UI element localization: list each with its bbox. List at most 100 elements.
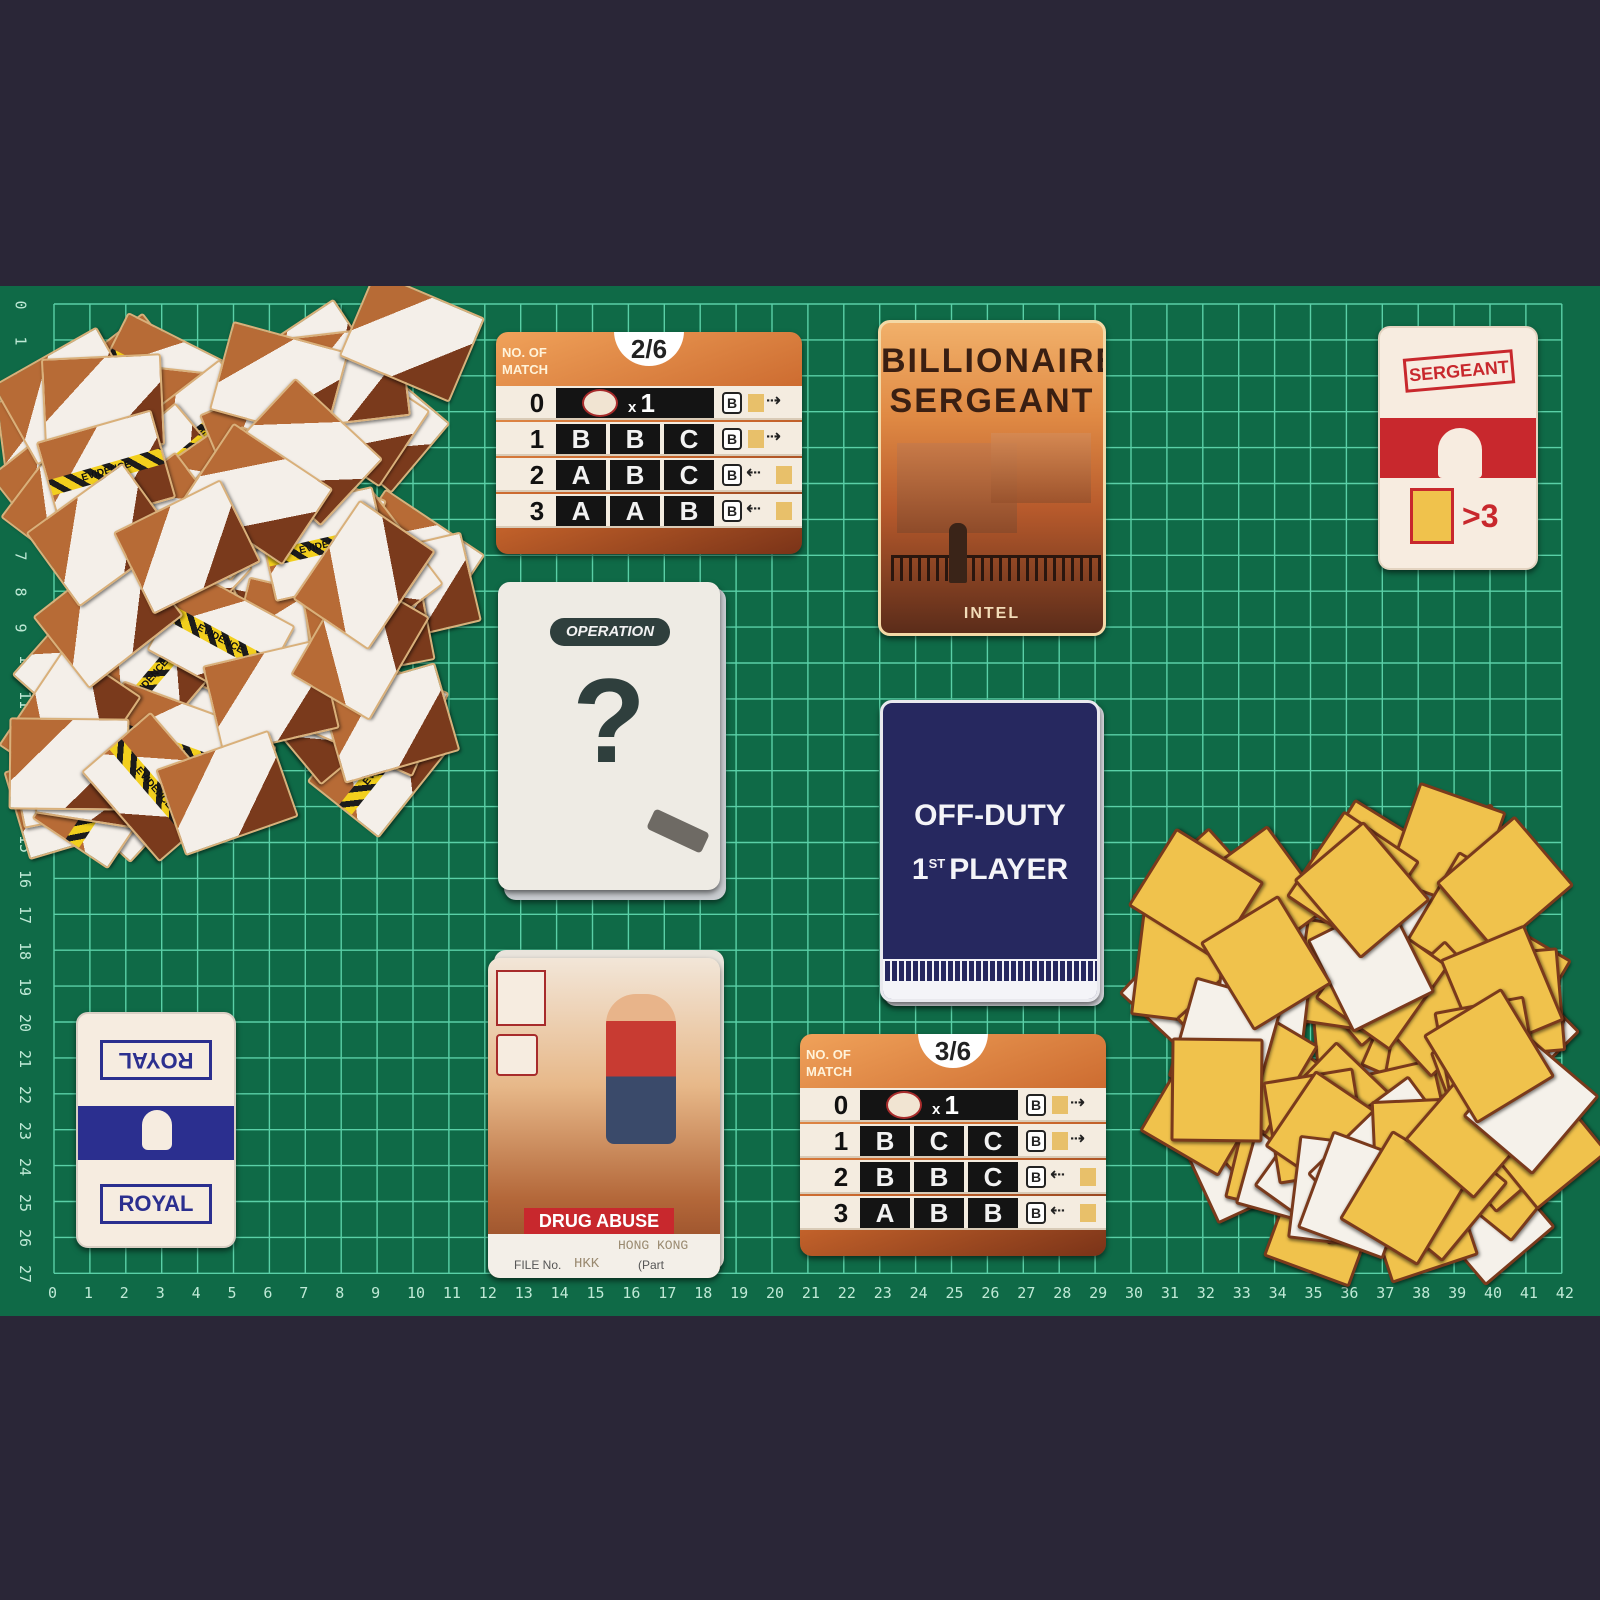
ruler-x-label: 32 — [1196, 1284, 1215, 1302]
offduty-card[interactable]: OFF-DUTY 1ST PLAYER — [880, 700, 1100, 1002]
case-card[interactable]: DRUG ABUSE HONG KONG FILE No. HKK (Part — [488, 958, 720, 1278]
royal-top-label: ROYAL — [100, 1040, 212, 1080]
ruler-x-label: 0 — [48, 1284, 58, 1302]
match-badge: 2/6 — [614, 332, 684, 366]
ruler-x-label: 30 — [1125, 1284, 1144, 1302]
ruler-x-label: 15 — [586, 1284, 605, 1302]
match-card-3-of-6[interactable]: 3/6 NO. OF MATCH 0x 1 B ⇢ 1 B C C B ⇢ 2 B B C B ⇠ 3 A B B B… — [800, 1034, 1106, 1256]
match-row: 0 x 1 B ⇢ — [496, 386, 802, 420]
ruler-x-label: 31 — [1160, 1284, 1179, 1302]
match-cell: A — [610, 496, 660, 526]
folder-token — [1170, 1037, 1264, 1143]
offduty-line2-rest: PLAYER — [949, 853, 1069, 886]
arrow-left-icon: ⇠ — [1050, 1200, 1066, 1221]
railing — [891, 555, 1101, 581]
drug-icon-box — [496, 970, 546, 1026]
match-row: 3 A B B B ⇠ — [800, 1196, 1106, 1230]
ruler-x-label: 2 — [119, 1284, 129, 1302]
ruler-x-label: 34 — [1268, 1284, 1287, 1302]
match-cell: B — [610, 460, 660, 490]
token-square-icon — [1052, 1132, 1068, 1150]
folder-token-pile[interactable] — [1118, 766, 1600, 1288]
match-multiplier-x: x — [932, 1101, 945, 1118]
ruler-y-label: 18 — [16, 942, 35, 961]
ruler-y-label: 27 — [16, 1265, 35, 1284]
folder-icon — [1410, 488, 1454, 544]
intel-card[interactable]: BILLIONAIRE SERGEANT INTEL — [878, 320, 1106, 636]
arrow-left-icon: ⇠ — [1050, 1164, 1066, 1185]
match-row-number: 2 — [529, 460, 545, 490]
intel-title-line1: BILLIONAIRE — [881, 342, 1106, 380]
ruler-x-label: 36 — [1340, 1284, 1359, 1302]
ruler-x-label: 17 — [658, 1284, 677, 1302]
ruler-y-label: 16 — [16, 870, 35, 889]
ruler-y-label: 19 — [16, 978, 35, 997]
token-square-icon — [1080, 1204, 1096, 1222]
case-location: HONG KONG — [618, 1238, 689, 1253]
ruler-x-label: 28 — [1053, 1284, 1072, 1302]
intel-title: BILLIONAIRE SERGEANT — [881, 341, 1103, 421]
match-b-token: B — [722, 428, 742, 450]
ruler-y-label: 25 — [16, 1193, 35, 1212]
ruler-x-label: 23 — [873, 1284, 892, 1302]
match-row: 2 A B C B ⇠ — [496, 458, 802, 492]
ruler-x-label: 20 — [766, 1284, 785, 1302]
bell-icon — [142, 1110, 172, 1150]
arrow-right-icon: ⇢ — [766, 426, 782, 447]
ruler-x-label: 27 — [1017, 1284, 1036, 1302]
match-b-token: B — [722, 464, 742, 486]
operation-card[interactable]: OPERATION ? — [498, 582, 720, 890]
match-cell: C — [664, 424, 714, 454]
ruler-x-label: 4 — [191, 1284, 201, 1302]
ruler-x-label: 14 — [550, 1284, 569, 1302]
match-b-token: B — [1026, 1094, 1046, 1116]
cutting-mat: 0 1 2 3 4 5 6 7 8 9 10 11 12 13 14 15 16 17 18 19 20 21 22 23 24… — [0, 286, 1600, 1316]
match-multiplier-x: x — [628, 399, 641, 416]
match-b-token: B — [1026, 1166, 1046, 1188]
sergeant-rule: >3 — [1462, 498, 1499, 534]
police-seal-icon — [886, 1091, 922, 1119]
royal-bottom-label: ROYAL — [100, 1184, 212, 1224]
ruler-x-label: 19 — [730, 1284, 749, 1302]
ruler-x-label: 42 — [1555, 1284, 1574, 1302]
ruler-x-label: 25 — [945, 1284, 964, 1302]
arrow-left-icon: ⇠ — [746, 462, 762, 483]
ruler-x-label: 16 — [622, 1284, 641, 1302]
match-row-number: 0 — [529, 388, 545, 418]
token-square-icon — [1080, 1168, 1096, 1186]
ruler-x-label: 41 — [1519, 1284, 1538, 1302]
evidence-token-pile[interactable]: EVIDENCE EVIDENCE EVIDENCE EVIDENCE EVIDENCE… — [0, 286, 486, 870]
intel-footer: INTEL — [963, 605, 1021, 622]
ruler-x-label: 5 — [227, 1284, 237, 1302]
match-row: 1 B C C B ⇢ — [800, 1124, 1106, 1158]
match-b-token: B — [1026, 1202, 1046, 1224]
match-cell: B — [914, 1198, 964, 1228]
match-card-2-of-6[interactable]: 2/6 NO. OF MATCH 0x 1 B ⇢ 1 B B C B ⇢ 2 A B C B ⇠ 3 A A B B… — [496, 332, 802, 554]
ruler-x-label: 35 — [1304, 1284, 1323, 1302]
ruler-y-label: 17 — [16, 906, 35, 925]
ruler-x-label: 38 — [1412, 1284, 1431, 1302]
arrow-right-icon: ⇢ — [1070, 1092, 1086, 1113]
ruler-y-label: 22 — [16, 1085, 35, 1104]
match-b-token: B — [722, 392, 742, 414]
ruler-x-label: 22 — [837, 1284, 856, 1302]
royal-card[interactable]: ROYAL ROYAL — [76, 1012, 236, 1248]
ruler-x-label: 13 — [514, 1284, 533, 1302]
match-cell: B — [664, 496, 714, 526]
harbour-buildings-2 — [991, 433, 1091, 503]
case-title: DRUG ABUSE — [524, 1208, 674, 1234]
offduty-line2-num: 1 — [911, 853, 929, 886]
match-multiplier: x 1 — [628, 388, 655, 419]
offduty-railing — [883, 959, 1097, 981]
operation-label: OPERATION — [550, 618, 670, 646]
sergeant-card[interactable]: SERGEANT >3 — [1378, 326, 1538, 570]
match-b-token: B — [1026, 1130, 1046, 1152]
match-cell: B — [860, 1126, 910, 1156]
operation-question-mark: ? — [572, 654, 646, 788]
match-row: 3 A A B B ⇠ — [496, 494, 802, 528]
magnifier-icon-box — [496, 1034, 538, 1076]
arrow-right-icon: ⇢ — [1070, 1128, 1086, 1149]
ruler-x-label: 8 — [335, 1284, 345, 1302]
arrow-right-icon: ⇢ — [766, 390, 782, 411]
ruler-x-label: 24 — [909, 1284, 928, 1302]
